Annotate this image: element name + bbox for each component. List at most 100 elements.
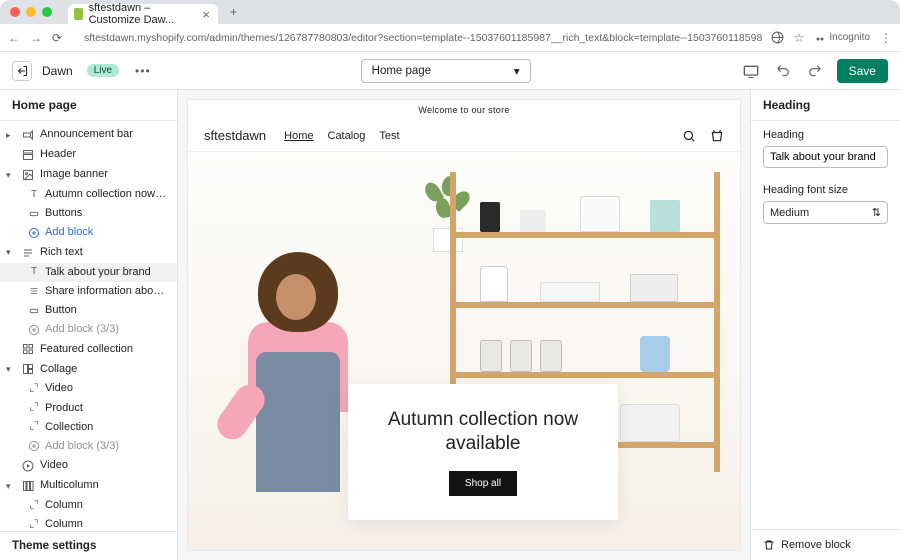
collage-icon (21, 362, 35, 376)
nav-link-test[interactable]: Test (379, 130, 399, 142)
storefront-preview[interactable]: Welcome to our store sftestdawn Home Cat… (188, 100, 740, 550)
block-product-collage[interactable]: ⌞⌝Product (0, 399, 177, 418)
block-icon: ⌞⌝ (28, 421, 40, 433)
editor-topbar: Dawn Live ••• Home page ▾ Save (0, 52, 900, 90)
block-icon: ⌞⌝ (28, 383, 40, 395)
block-button-richtext[interactable]: Button (0, 301, 177, 320)
translate-icon[interactable] (771, 31, 784, 44)
add-block-imagebanner[interactable]: Add block (0, 223, 177, 242)
chevron-down-icon: ▾ (6, 170, 16, 181)
browser-chrome: sftestdawn – Customize Daw... × + (0, 0, 900, 24)
block-column-1[interactable]: ⌞⌝Column (0, 496, 177, 515)
block-icon: ⌞⌝ (28, 500, 40, 512)
fontsize-select[interactable]: Medium ⇅ (763, 201, 888, 224)
section-image-banner[interactable]: ▾Image banner (0, 165, 177, 185)
block-icon: ⌞⌝ (28, 519, 40, 531)
block-text-share-info[interactable]: Share information about your b... (0, 282, 177, 301)
section-video[interactable]: Video (0, 456, 177, 476)
block-collection-collage[interactable]: ⌞⌝Collection (0, 418, 177, 437)
heading-field-label: Heading (763, 129, 888, 141)
remove-block-button[interactable]: Remove block (751, 529, 900, 560)
nav-link-home[interactable]: Home (284, 130, 313, 142)
hero-heading: Autumn collection now available (368, 408, 598, 457)
fontsize-field-label: Heading font size (763, 184, 888, 196)
back-icon[interactable]: ← (8, 31, 22, 45)
type-icon: T (28, 266, 40, 278)
preview-canvas: Welcome to our store sftestdawn Home Cat… (178, 90, 750, 560)
button-icon (28, 208, 40, 220)
browser-tab[interactable]: sftestdawn – Customize Daw... × (68, 4, 218, 24)
undo-icon[interactable] (773, 61, 793, 81)
page-selector-label: Home page (372, 65, 431, 77)
section-rich-text[interactable]: ▾Rich text (0, 243, 177, 263)
settings-panel-title: Heading (751, 90, 900, 121)
block-heading-talk-about[interactable]: TTalk about your brand (0, 263, 177, 282)
block-video-collage[interactable]: ⌞⌝Video (0, 379, 177, 398)
block-column-2[interactable]: ⌞⌝Column (0, 515, 177, 531)
remove-block-label: Remove block (781, 539, 851, 551)
save-button[interactable]: Save (837, 59, 888, 83)
select-chevron-icon: ⇅ (872, 206, 881, 219)
add-block-collage-disabled: Add block (3/3) (0, 437, 177, 456)
redo-icon[interactable] (805, 61, 825, 81)
section-multicolumn[interactable]: ▾Multicolumn (0, 476, 177, 496)
chevron-down-icon: ▾ (6, 481, 16, 492)
address-bar: ← → ⟳ sftestdawn.myshopify.com/admin/the… (0, 24, 900, 52)
search-icon[interactable] (682, 129, 696, 143)
block-heading-autumn[interactable]: TAutumn collection now available (0, 185, 177, 204)
incognito-badge: Incognito (814, 32, 870, 44)
heading-input[interactable] (763, 146, 888, 168)
type-icon: T (28, 189, 40, 201)
hero-image-banner: Autumn collection now available Shop all (188, 152, 740, 550)
plus-circle-icon (28, 440, 40, 452)
exit-editor-button[interactable] (12, 61, 32, 81)
section-collage[interactable]: ▾Collage (0, 359, 177, 379)
add-block-richtext-disabled: Add block (3/3) (0, 320, 177, 339)
bookmark-icon[interactable]: ☆ (794, 31, 805, 45)
block-buttons[interactable]: Buttons (0, 204, 177, 223)
section-announcement-bar[interactable]: ▸Announcement bar (0, 125, 177, 145)
workspace: Home page ▸Announcement bar Header ▾Imag… (0, 90, 900, 560)
button-icon (28, 305, 40, 317)
new-tab-icon[interactable]: + (230, 5, 237, 19)
tab-title: sftestdawn – Customize Daw... (89, 2, 197, 26)
cart-icon[interactable] (710, 129, 724, 143)
more-actions-icon[interactable]: ••• (135, 64, 151, 78)
minimize-window-dot[interactable] (26, 7, 36, 17)
nav-link-catalog[interactable]: Catalog (328, 130, 366, 142)
hero-cta-button[interactable]: Shop all (449, 471, 517, 496)
reload-icon[interactable]: ⟳ (52, 31, 66, 45)
chevron-right-icon: ▸ (6, 130, 16, 141)
viewport-toggle-icon[interactable] (741, 61, 761, 81)
section-featured-collection[interactable]: Featured collection (0, 339, 177, 359)
live-badge: Live (87, 64, 119, 77)
store-logo[interactable]: sftestdawn (204, 128, 266, 143)
image-icon (21, 168, 35, 182)
announcement-icon (21, 128, 35, 142)
chevron-down-icon: ▾ (6, 247, 16, 258)
site-header: sftestdawn Home Catalog Test (188, 120, 740, 152)
chevron-down-icon: ▾ (514, 64, 520, 78)
lines-icon (28, 285, 40, 297)
forward-icon[interactable]: → (30, 31, 44, 45)
sidebar-title: Home page (0, 90, 177, 121)
plus-circle-icon (28, 227, 40, 239)
columns-icon (21, 479, 35, 493)
menu-icon[interactable]: ⋮ (880, 31, 892, 45)
close-window-dot[interactable] (10, 7, 20, 17)
url-input[interactable]: sftestdawn.myshopify.com/admin/themes/12… (74, 32, 763, 44)
collection-icon (21, 342, 35, 356)
sections-sidebar: Home page ▸Announcement bar Header ▾Imag… (0, 90, 178, 560)
fontsize-value: Medium (770, 207, 809, 219)
chevron-down-icon: ▾ (6, 364, 16, 375)
theme-name: Dawn (42, 64, 73, 78)
hero-overlay-card: Autumn collection now available Shop all (348, 384, 618, 520)
plus-circle-icon (28, 324, 40, 336)
maximize-window-dot[interactable] (42, 7, 52, 17)
close-tab-icon[interactable]: × (202, 7, 210, 22)
theme-settings-button[interactable]: Theme settings (0, 531, 177, 560)
section-header[interactable]: Header (0, 145, 177, 165)
announcement-bar: Welcome to our store (188, 100, 740, 120)
page-selector[interactable]: Home page ▾ (361, 59, 531, 83)
block-icon: ⌞⌝ (28, 402, 40, 414)
